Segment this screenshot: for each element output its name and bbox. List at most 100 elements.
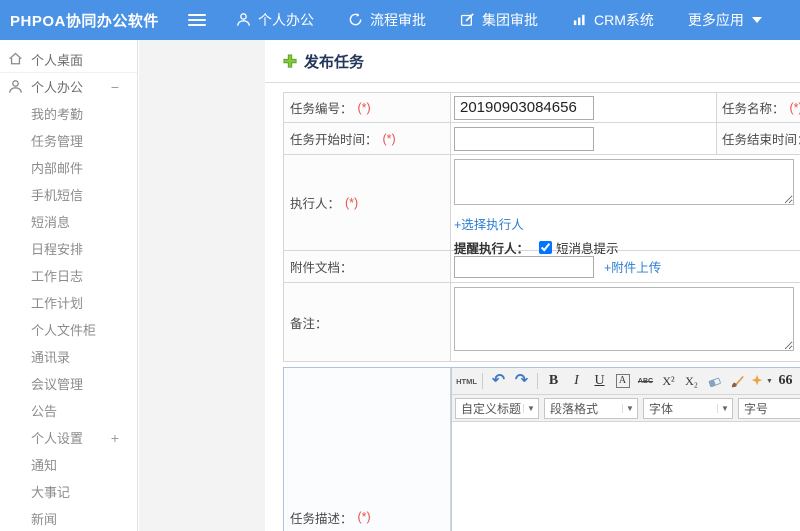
sidebar-item-1[interactable]: 个人办公 − xyxy=(0,73,137,100)
top-nav-label: CRM系统 xyxy=(594,12,654,28)
attachment-label: 附件文档： xyxy=(284,251,451,282)
sidebar-item-12[interactable]: 会议管理 xyxy=(0,370,137,397)
strikethrough-button[interactable]: ABC xyxy=(635,371,656,391)
sidebar-item-17[interactable]: 新闻 xyxy=(0,505,137,531)
sidebar-item-0[interactable]: 个人桌面 xyxy=(0,46,137,73)
menu-toggle-icon[interactable] xyxy=(188,13,206,27)
top-nav-item-3[interactable]: CRM系统 xyxy=(572,10,654,30)
expander-icon[interactable]: + xyxy=(111,430,119,446)
remark-textarea[interactable] xyxy=(454,287,794,351)
sidebar-item-14[interactable]: 个人设置 + xyxy=(0,424,137,451)
font-family-select[interactable]: 字体 ▼ xyxy=(643,397,733,419)
remark-label: 备注： xyxy=(284,283,451,361)
sidebar-item-label: 公告 xyxy=(31,404,58,419)
task-name-label: 任务名称：(*) xyxy=(717,93,800,122)
sidebar-item-3[interactable]: 任务管理 xyxy=(0,127,137,154)
top-bar: PHPOA协同办公软件 个人办公 流程审批 集团审批 CRM系统 更多应用 xyxy=(0,0,800,40)
form-row-task-number: 任务编号：(*) 任务名称：(*) xyxy=(284,93,800,123)
italic-button[interactable]: I xyxy=(566,371,587,391)
top-nav-label: 流程审批 xyxy=(370,12,426,28)
main-area: 发布任务 任务编号：(*) 任务名称：(*) xyxy=(139,40,800,531)
font-style-button[interactable]: A xyxy=(612,371,633,391)
executor-textarea[interactable] xyxy=(454,159,794,205)
sidebar-item-4[interactable]: 内部邮件 xyxy=(0,154,137,181)
top-nav-label: 个人办公 xyxy=(258,12,314,28)
sidebar-item-label: 日程安排 xyxy=(31,242,84,257)
sidebar-item-15[interactable]: 通知 xyxy=(0,451,137,478)
sidebar-item-9[interactable]: 工作计划 xyxy=(0,289,137,316)
bold-button[interactable]: B xyxy=(543,371,564,391)
sidebar-item-label: 通讯录 xyxy=(31,350,71,365)
top-nav-item-1[interactable]: 流程审批 xyxy=(348,10,426,30)
font-size-select[interactable]: 字号▼ xyxy=(738,397,800,419)
undo-button[interactable]: ↶ xyxy=(488,371,509,391)
sidebar-item-label: 新闻 xyxy=(31,512,58,527)
caret-down-icon xyxy=(751,17,762,23)
redo-button[interactable]: ↷ xyxy=(511,371,532,391)
start-time-label: 任务开始时间： (*) xyxy=(284,123,451,154)
start-time-input[interactable] xyxy=(454,126,594,151)
sidebar-item-label: 通知 xyxy=(31,458,58,473)
superscript-button[interactable]: X² xyxy=(658,371,679,391)
eraser-icon xyxy=(707,374,722,389)
top-nav-item-4[interactable]: 更多应用 xyxy=(688,10,762,30)
sidebar-item-label: 短消息 xyxy=(31,215,71,230)
add-icon xyxy=(283,54,297,68)
sidebar: 个人桌面 个人办公 − 我的考勤 任务管理 内部邮件手机短信短消息日程安排工作日志工作计划… xyxy=(0,40,138,531)
bar-chart-icon xyxy=(572,12,588,28)
sidebar-item-11[interactable]: 通讯录 xyxy=(0,343,137,370)
sidebar-item-10[interactable]: 个人文件柜 xyxy=(0,316,137,343)
task-number-input[interactable] xyxy=(454,95,594,120)
attachment-input[interactable] xyxy=(454,255,594,278)
sidebar-item-2[interactable]: 我的考勤 xyxy=(0,100,137,127)
caret-down-icon: ▼ xyxy=(717,403,732,413)
form-row-start-time: 任务开始时间：(*) 任务结束时间：(*) xyxy=(284,123,800,155)
brush-icon xyxy=(730,374,745,389)
sidebar-item-label: 会议管理 xyxy=(31,377,84,392)
top-nav-item-0[interactable]: 个人办公 xyxy=(236,10,314,30)
sidebar-item-label: 工作日志 xyxy=(31,269,84,284)
form-row-attachment: 附件文档： +附件上传 xyxy=(284,251,800,283)
caret-down-icon: ▼ xyxy=(523,403,538,413)
choose-executor-link[interactable]: +选择执行人 xyxy=(454,218,524,232)
sidebar-item-16[interactable]: 大事记 xyxy=(0,478,137,505)
sidebar-item-6[interactable]: 短消息 xyxy=(0,208,137,235)
quick-format-button[interactable]: ▼ xyxy=(750,371,773,391)
sidebar-item-5[interactable]: 手机短信 xyxy=(0,181,137,208)
paragraph-format-select[interactable]: 段落格式 ▼ xyxy=(544,397,638,419)
sidebar-item-label: 大事记 xyxy=(31,485,71,500)
description-label: 任务描述： (*) xyxy=(284,368,451,531)
html-source-button[interactable]: HTML xyxy=(456,371,477,391)
app-window: PHPOA协同办公软件 个人办公 流程审批 集团审批 CRM系统 更多应用 个人桌面 个人… xyxy=(0,0,800,531)
task-description-editor[interactable] xyxy=(452,422,800,531)
task-number-label: 任务编号： (*) xyxy=(284,93,451,122)
expander-icon[interactable]: − xyxy=(111,79,119,95)
blockquote-button[interactable]: 66 xyxy=(775,371,796,391)
sidebar-item-label: 手机短信 xyxy=(31,188,84,203)
underline-button[interactable]: U xyxy=(589,371,610,391)
page-header: 发布任务 xyxy=(265,48,800,74)
remove-format-button[interactable] xyxy=(704,371,725,391)
format-brush-button[interactable] xyxy=(727,371,748,391)
magic-icon xyxy=(750,374,764,388)
attachment-upload-link[interactable]: +附件上传 xyxy=(604,257,661,276)
top-nav-item-2[interactable]: 集团审批 xyxy=(460,10,538,30)
subscript-button[interactable]: X₂ xyxy=(681,371,702,391)
sidebar-item-13[interactable]: 公告 xyxy=(0,397,137,424)
form-row-remark: 备注： xyxy=(284,283,800,361)
toolbar-separator xyxy=(537,373,538,389)
sidebar-item-label: 个人文件柜 xyxy=(31,323,97,338)
caret-down-icon: ▼ xyxy=(766,377,773,385)
form-row-executor: 执行人： (*) +选择执行人 提醒执行人： 短消息提示 xyxy=(284,155,800,256)
form-row-description: 任务描述：(*) HTML↶↷BIUAABCX²X₂▼66TA▼ 自定义标题▼段… xyxy=(283,367,800,531)
user-icon xyxy=(236,12,252,28)
sidebar-item-label: 工作计划 xyxy=(31,296,84,311)
rich-text-editor: HTML↶↷BIUAABCX²X₂▼66TA▼ 自定义标题▼段落格式▼字体▼字号… xyxy=(451,368,800,531)
home-icon xyxy=(8,51,24,67)
sidebar-item-7[interactable]: 日程安排 xyxy=(0,235,137,262)
custom-title-select[interactable]: 自定义标题 ▼ xyxy=(455,397,539,419)
top-nav-label: 更多应用 xyxy=(687,12,744,28)
sidebar-item-8[interactable]: 工作日志 xyxy=(0,262,137,289)
page-title: 发布任务 xyxy=(304,53,365,71)
header-divider xyxy=(265,82,800,83)
